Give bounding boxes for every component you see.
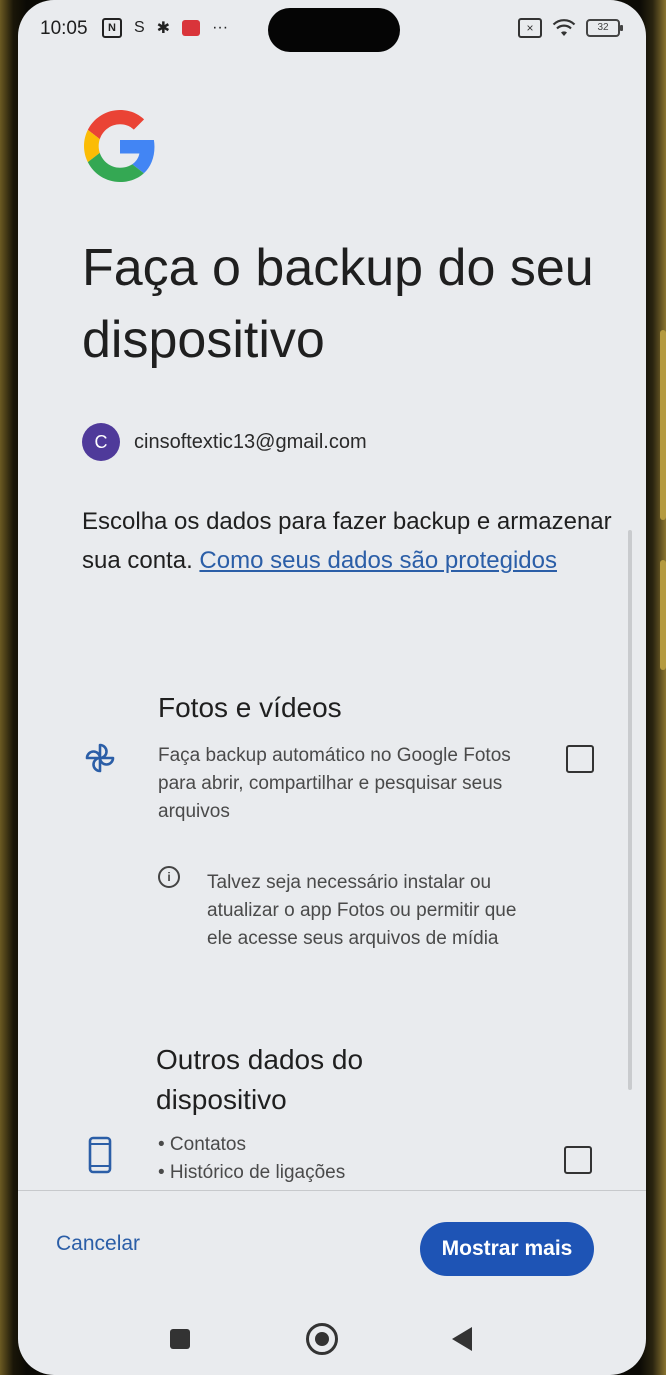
no-sim-icon: × (518, 18, 542, 38)
status-time: 10:05 (40, 18, 88, 39)
intro-text: Escolha os dados para fazer backup e arm… (82, 502, 622, 580)
photos-checkbox[interactable] (566, 745, 594, 773)
google-g-logo (84, 110, 155, 182)
scrollbar[interactable] (628, 530, 632, 1090)
avatar: C (82, 423, 120, 461)
status-left-icons: N S ✱ ··· (102, 18, 228, 38)
more-dots-icon: ··· (212, 19, 229, 36)
info-note: Talvez seja necessário instalar ou atual… (207, 872, 517, 949)
data-protection-link[interactable]: Como seus dados são protegidos (199, 547, 557, 574)
wifi-icon (552, 19, 576, 36)
info-icon: i (158, 866, 180, 888)
mail-icon (182, 20, 201, 36)
screen: 10:05 N S ✱ ··· × 32 Faça o backup do se… (18, 0, 646, 1375)
status-bar: 10:05 N S ✱ ··· × 32 (18, 0, 646, 60)
device-checkbox[interactable] (564, 1146, 592, 1174)
s-icon: S (134, 19, 145, 36)
show-more-button[interactable]: Mostrar mais (420, 1222, 594, 1276)
device-item-call-history: • Histórico de ligações (158, 1162, 346, 1183)
photos-section-description: Faça backup automático no Google Fotos p… (158, 745, 511, 822)
battery-icon: 32 (586, 19, 623, 37)
cancel-button[interactable]: Cancelar (56, 1232, 140, 1256)
camera-notch (268, 8, 400, 52)
phone-icon (88, 1136, 112, 1174)
account-row: C cinsoftextic13@gmail.com (82, 423, 367, 461)
photos-section-title: Fotos e vídeos (158, 692, 342, 723)
settings-icon: ✱ (156, 20, 171, 37)
page-title: Faça o backup do seu dispositivo (82, 239, 594, 369)
device-item-contacts: • Contatos (158, 1134, 246, 1155)
volume-button (660, 330, 666, 520)
pinwheel-icon (85, 743, 115, 773)
recents-icon[interactable] (170, 1329, 190, 1349)
navigation-bar (18, 1305, 646, 1375)
power-button (660, 560, 666, 670)
status-right-icons: × 32 (518, 18, 623, 38)
back-icon[interactable] (452, 1327, 472, 1351)
home-icon[interactable] (306, 1323, 338, 1355)
nfc-icon: N (102, 18, 122, 38)
account-email: cinsoftextic13@gmail.com (134, 430, 367, 453)
footer-divider (18, 1190, 646, 1191)
device-section-title: Outros dados do dispositivo (156, 1044, 364, 1115)
